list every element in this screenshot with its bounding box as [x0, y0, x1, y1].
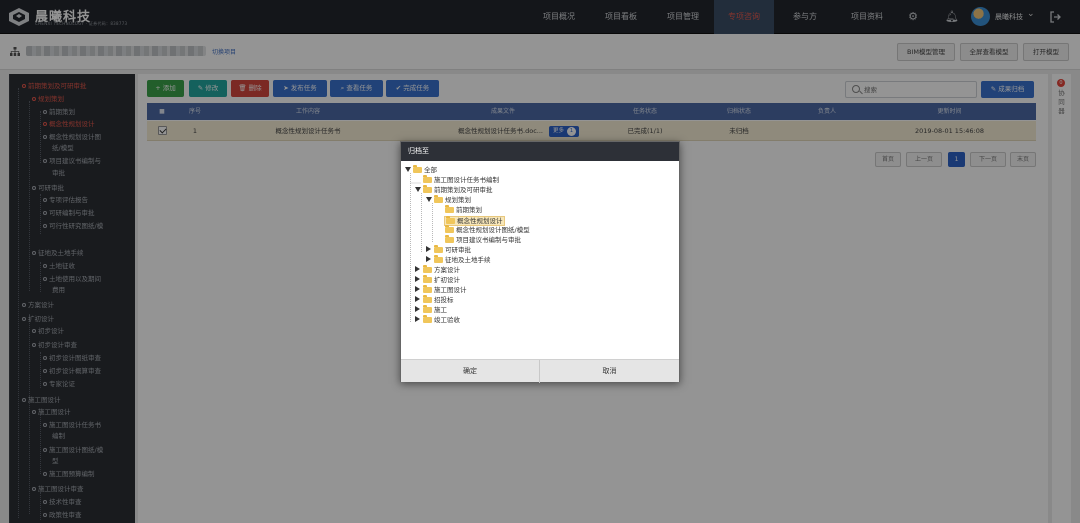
collapse-arrow-icon[interactable]: [426, 246, 431, 252]
collapse-arrow-icon[interactable]: [415, 296, 420, 302]
folder-icon: [423, 175, 432, 183]
dialog-title: 归档至: [401, 142, 679, 161]
folder-icon: [446, 216, 455, 224]
folder-icon: [423, 295, 432, 303]
folder-node[interactable]: 前期策划: [445, 205, 482, 216]
folder-node[interactable]: 扩初设计: [414, 275, 460, 286]
folder-icon: [445, 225, 454, 233]
collapse-arrow-icon[interactable]: [415, 266, 420, 272]
folder-node[interactable]: 施工图设计: [414, 285, 467, 296]
expand-arrow-icon[interactable]: [415, 187, 421, 192]
folder-node[interactable]: 施工: [414, 305, 447, 316]
folder-tree: 全部 施工图设计任务书编制 前期策划及可研审批 规划策划 前期策划 概念性规划设…: [401, 161, 679, 359]
confirm-button[interactable]: 确定: [401, 360, 540, 383]
folder-node[interactable]: 概念性规划设计图纸/模型: [445, 225, 530, 236]
folder-icon: [434, 195, 443, 203]
folder-icon: [423, 305, 432, 313]
folder-icon: [413, 165, 422, 173]
folder-node[interactable]: 竣工验收: [414, 315, 460, 326]
dialog-footer: 确定 取消: [401, 359, 679, 383]
folder-node[interactable]: 方案设计: [414, 265, 460, 276]
folder-icon: [434, 255, 443, 263]
folder-node[interactable]: 征地及土地手续: [425, 255, 491, 266]
collapse-arrow-icon[interactable]: [426, 256, 431, 262]
folder-node[interactable]: 施工图设计任务书编制: [423, 175, 499, 186]
folder-node[interactable]: 前期策划及可研审批: [415, 185, 493, 196]
collapse-arrow-icon[interactable]: [415, 306, 420, 312]
folder-node[interactable]: 可研审批: [425, 245, 471, 256]
collapse-arrow-icon[interactable]: [415, 286, 420, 292]
folder-icon: [434, 245, 443, 253]
folder-node[interactable]: 招投标: [414, 295, 454, 306]
folder-icon: [423, 285, 432, 293]
collapse-arrow-icon[interactable]: [415, 276, 420, 282]
folder-icon: [423, 315, 432, 323]
folder-icon: [423, 275, 432, 283]
folder-icon: [423, 185, 432, 193]
folder-icon: [445, 235, 454, 243]
folder-node-all[interactable]: 全部: [405, 165, 437, 176]
folder-icon: [445, 205, 454, 213]
expand-arrow-icon[interactable]: [426, 197, 432, 202]
collapse-arrow-icon[interactable]: [415, 316, 420, 322]
cancel-button[interactable]: 取消: [540, 360, 679, 383]
folder-icon: [423, 265, 432, 273]
archive-dialog: 归档至 全部 施工图设计任务书编制 前期策划及可研审批 规划策划 前期策划 概念…: [400, 141, 680, 383]
folder-node[interactable]: 项目建议书编制与审批: [445, 235, 521, 246]
expand-arrow-icon[interactable]: [405, 167, 411, 172]
folder-node-selected[interactable]: 概念性规划设计: [444, 216, 505, 226]
